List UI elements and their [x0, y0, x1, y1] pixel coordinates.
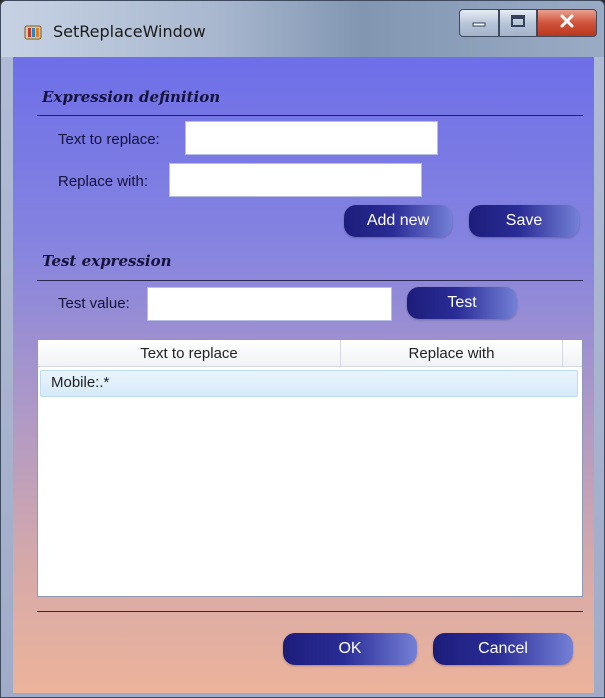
text-to-replace-label: Text to replace:	[58, 131, 160, 148]
save-button[interactable]: Save	[469, 205, 579, 237]
add-new-button[interactable]: Add new	[344, 205, 452, 237]
replacements-list[interactable]: Text to replace Replace with Mobile:.*	[37, 339, 583, 597]
test-expression-heading: Test expression	[42, 252, 172, 270]
table-row[interactable]: Mobile:.*	[40, 370, 578, 397]
replace-with-label: Replace with:	[58, 173, 149, 190]
close-icon	[559, 14, 575, 33]
expression-definition-heading: Expression definition	[42, 88, 221, 106]
window-title: SetReplaceWindow	[53, 22, 206, 41]
text-to-replace-input[interactable]	[185, 121, 438, 155]
test-expression-separator	[37, 280, 583, 281]
maximize-icon	[510, 14, 526, 33]
minimize-button[interactable]	[459, 9, 499, 37]
expression-definition-separator	[37, 115, 583, 116]
footer-separator	[37, 611, 583, 612]
replace-with-input[interactable]	[169, 163, 422, 197]
column-header-text-to-replace[interactable]: Text to replace	[38, 340, 341, 367]
column-header-replace-with[interactable]: Replace with	[341, 340, 563, 367]
maximize-button[interactable]	[499, 9, 537, 37]
test-value-input[interactable]	[147, 287, 392, 321]
title-bar[interactable]: SetReplaceWindow	[1, 1, 604, 57]
set-replace-window: SetReplaceWindow Expression definition T…	[0, 0, 605, 698]
test-value-label: Test value:	[58, 295, 130, 312]
cancel-button[interactable]: Cancel	[433, 633, 573, 665]
app-icon	[23, 23, 43, 41]
ok-button[interactable]: OK	[283, 633, 417, 665]
list-header: Text to replace Replace with	[38, 340, 582, 367]
test-button[interactable]: Test	[407, 287, 517, 319]
minimize-icon	[471, 14, 487, 32]
close-button[interactable]	[537, 9, 597, 37]
window-client-area: Expression definition Text to replace: R…	[13, 57, 594, 693]
cell-text-to-replace: Mobile:.*	[51, 374, 110, 391]
